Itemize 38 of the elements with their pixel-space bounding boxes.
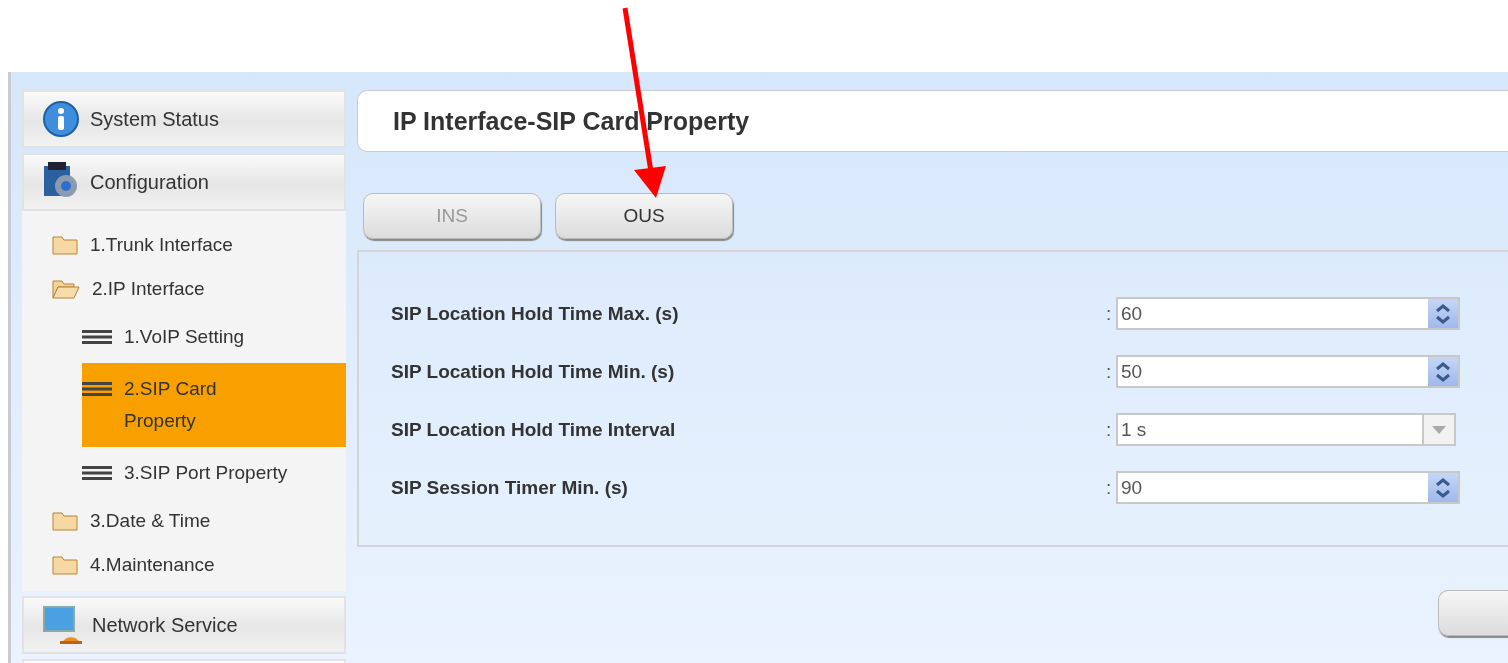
folder-icon xyxy=(52,511,78,531)
tab[interactable]: OUS xyxy=(555,193,733,239)
list-icon xyxy=(82,381,112,397)
colon: : xyxy=(1106,360,1113,383)
sidebar-section[interactable]: Network Service xyxy=(22,596,346,654)
tree-item[interactable]: 1.Trunk Interface xyxy=(22,223,346,267)
spin-field[interactable]: 50 xyxy=(1116,355,1460,388)
folder-icon xyxy=(52,235,78,255)
up-down-arrows-icon xyxy=(1435,476,1451,499)
monitor-bell-icon xyxy=(42,605,82,645)
colon: : xyxy=(1106,476,1113,499)
field-label: SIP Session Timer Min. (s) xyxy=(391,476,629,499)
caret-icon xyxy=(1432,425,1446,434)
folder-icon xyxy=(52,555,78,575)
sidebar-section[interactable]: Configuration xyxy=(22,153,346,211)
spin-field[interactable]: 90 xyxy=(1116,471,1460,504)
sidebar-section[interactable]: System Status xyxy=(22,90,346,148)
tree-item[interactable]: 2.IP Interface xyxy=(22,267,346,311)
spin-field[interactable]: 60 xyxy=(1116,297,1460,330)
tree-item[interactable]: 3.SIP Port Property xyxy=(82,447,346,499)
tree-item[interactable]: 3.Date & Time xyxy=(22,499,346,543)
up-down-arrows-icon xyxy=(1435,360,1451,383)
list-icon xyxy=(82,329,112,345)
field-label: SIP Location Hold Time Min. (s) xyxy=(391,360,676,383)
info-icon xyxy=(42,100,80,138)
colon: : xyxy=(1106,418,1113,441)
tree-item[interactable]: 2.SIP Card Property xyxy=(82,363,346,447)
field-label: SIP Location Hold Time Max. (s) xyxy=(391,302,680,325)
colon: : xyxy=(1106,302,1113,325)
up-down-arrows-icon xyxy=(1435,302,1451,325)
open-folder-icon xyxy=(52,279,80,299)
list-icon xyxy=(82,465,112,481)
tree-item[interactable]: 4.Maintenance xyxy=(22,543,346,587)
action-button[interactable] xyxy=(1438,590,1508,636)
dropdown[interactable]: 1 s xyxy=(1116,413,1456,446)
tree-item[interactable]: 1.VoIP Setting xyxy=(82,311,346,363)
field-label: SIP Location Hold Time Interval xyxy=(391,418,677,441)
page-title: IP Interface-SIP Card Property xyxy=(357,90,1508,152)
